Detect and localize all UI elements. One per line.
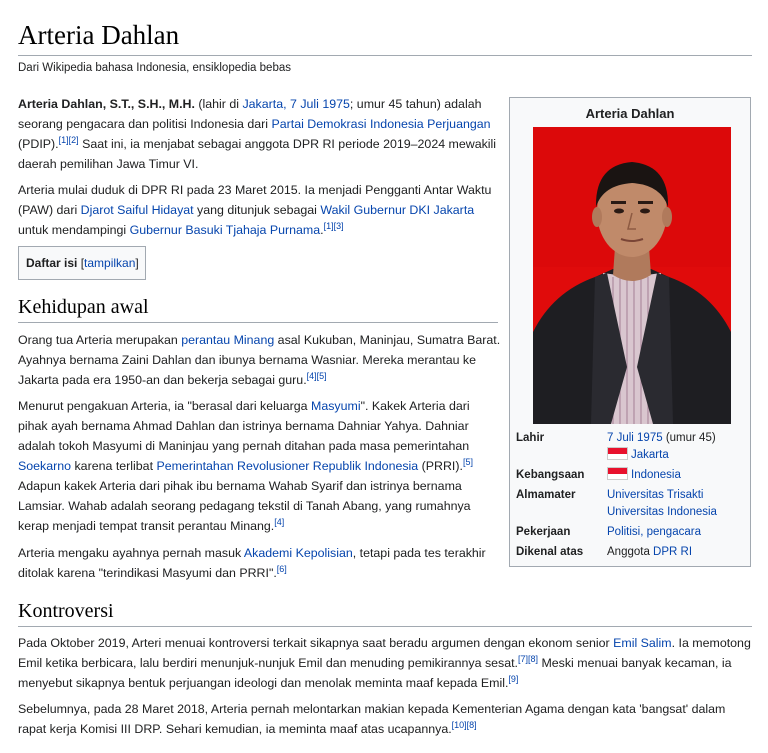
text: Menurut pengakuan Arteria, ia "berasal d… [18, 399, 312, 413]
right-eye [640, 208, 650, 214]
reference-link[interactable]: [6] [277, 564, 287, 574]
table-of-contents: Daftar isi [tampilkan] [18, 246, 146, 280]
text: yang ditunjuk sebagai [193, 203, 321, 217]
infobox-label: Pekerjaan [516, 526, 571, 538]
party-link[interactable]: Partai Demokrasi Indonesia Perjuangan [272, 117, 491, 131]
indonesia-flag-icon [607, 447, 628, 460]
infobox-value: Politisi, pengacara [607, 524, 747, 541]
section-heading-kontroversi: Kontroversi [18, 598, 752, 627]
site-tagline: Dari Wikipedia bahasa Indonesia, ensiklo… [18, 62, 291, 74]
infobox-value: 7 Juli 1975 (umur 45) Jakarta [607, 430, 747, 464]
reference-link[interactable]: [7][8] [518, 654, 538, 664]
infobox-value: Universitas Trisakti Universitas Indonesi… [607, 487, 747, 521]
reference-link[interactable]: [4] [274, 517, 284, 527]
page-title: Arteria Dahlan [18, 18, 752, 56]
reference-link[interactable]: [9] [508, 674, 518, 684]
left-eye [614, 208, 624, 214]
reference-link[interactable]: [5] [463, 457, 473, 467]
nationality-link[interactable]: Indonesia [631, 469, 681, 481]
infobox-title: Arteria Dahlan [585, 106, 675, 121]
section2-paragraph-1: Pada Oktober 2019, Arteri menuai kontrov… [18, 633, 752, 693]
text: (PDIP). [18, 137, 59, 151]
indonesia-flag-icon [607, 467, 628, 480]
article-page: Arteria Dahlan Dari Wikipedia bahasa Ind… [0, 0, 768, 753]
emil-salim-link[interactable]: Emil Salim [613, 636, 672, 650]
infobox-label: Lahir [516, 432, 545, 444]
infobox-label: Dikenal atas [516, 546, 584, 558]
text: Saat ini, ia menjabat sebagai anggota DP… [18, 137, 497, 171]
section1-paragraph-1: Orang tua Arteria merupakan perantau Min… [18, 330, 502, 390]
gubernur-link[interactable]: Gubernur Basuki Tjahaja Purnama [130, 223, 321, 237]
text: Anggota [607, 546, 654, 558]
toc-toggle-link[interactable]: tampilkan [84, 256, 135, 270]
birth-link[interactable]: Jakarta, 7 Juli 1975 [242, 97, 349, 111]
reference-link[interactable]: [10][8] [452, 720, 477, 730]
section1-paragraph-3: Arteria mengaku ayahnya pernah masuk Aka… [18, 543, 502, 583]
reference-link[interactable]: [4][5] [307, 371, 327, 381]
text: (PRRI). [418, 459, 463, 473]
text: karena terlibat [71, 459, 157, 473]
subject-name: Arteria Dahlan, S.T., S.H., M.H. [18, 97, 195, 111]
reference-link[interactable]: [1][2] [59, 135, 79, 145]
text: Sebelumnya, pada 28 Maret 2018, Arteria … [18, 702, 726, 736]
right-ear [662, 207, 672, 227]
trisakti-link[interactable]: Universitas Trisakti [607, 489, 704, 501]
infobox-value: Anggota DPR RI [607, 544, 747, 561]
soekarno-link[interactable]: Soekarno [18, 459, 71, 473]
akpol-link[interactable]: Akademi Kepolisian [244, 546, 353, 560]
infobox: Arteria Dahlan Lahir 7 Juli 1975 (umur 4… [509, 97, 751, 567]
perantau-minang-link[interactable]: perantau Minang [181, 333, 274, 347]
age-text: (umur 45) [662, 432, 716, 444]
text: untuk mendampingi [18, 223, 130, 237]
toc-bracket: ] [135, 256, 139, 270]
birthplace-link[interactable]: Jakarta [631, 449, 669, 461]
section2-paragraph-2: Sebelumnya, pada 28 Maret 2018, Arteria … [18, 699, 752, 739]
prri-link[interactable]: Pemerintahan Revolusioner Republik Indon… [156, 459, 418, 473]
djarot-link[interactable]: Djarot Saiful Hidayat [81, 203, 194, 217]
text: Arteria mengaku ayahnya pernah masuk [18, 546, 244, 560]
birthdate-link[interactable]: 7 Juli 1975 [607, 432, 663, 444]
portrait-photo[interactable] [533, 127, 731, 424]
section-heading-kehidupan-awal: Kehidupan awal [18, 294, 498, 323]
right-eyebrow [638, 201, 653, 204]
infobox-value: Indonesia [607, 467, 747, 484]
infobox-label: Kebangsaan [516, 469, 585, 481]
section1-paragraph-2: Menurut pengakuan Arteria, ia "berasal d… [18, 396, 502, 536]
text: Orang tua Arteria merupakan [18, 333, 182, 347]
occupation-link[interactable]: Politisi, pengacara [607, 526, 701, 538]
lead-paragraph-2: Arteria mulai duduk di DPR RI pada 23 Ma… [18, 180, 502, 240]
masyumi-link[interactable]: Masyumi [311, 399, 361, 413]
left-eyebrow [611, 201, 626, 204]
ui-link[interactable]: Universitas Indonesia [607, 506, 717, 518]
text: (lahir di [194, 97, 243, 111]
text: Pada Oktober 2019, Arteri menuai kontrov… [18, 636, 614, 650]
text: Adapun kakek Arteria dari pihak ibu bern… [18, 479, 471, 533]
lead-paragraph-1: Arteria Dahlan, S.T., S.H., M.H. (lahir … [18, 94, 502, 174]
dpr-ri-link[interactable]: DPR RI [653, 546, 692, 558]
infobox-label: Almamater [516, 489, 576, 501]
toc-title: Daftar isi [26, 256, 78, 270]
reference-link[interactable]: [1][3] [324, 221, 344, 231]
wagub-link[interactable]: Wakil Gubernur DKI Jakarta [320, 203, 474, 217]
left-ear [592, 207, 602, 227]
